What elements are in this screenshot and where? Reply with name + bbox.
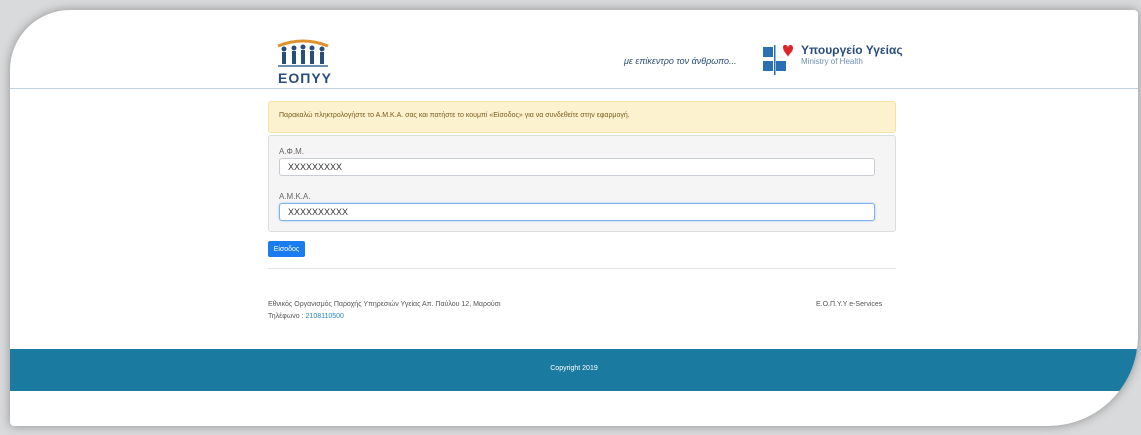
info-alert: Παρακαλώ πληκτρολογήστε το Α.Μ.Κ.Α. σας … [268,101,896,133]
amka-label: Α.Μ.Κ.Α. [279,192,311,201]
page-frame: ΕΟΠΥΥ με επίκεντρο τον άνθρωπο... Υπουργ… [10,10,1138,426]
family-icon [277,39,329,67]
organization-address: Εθνικός Οργανισμός Παροχής Υπηρεσιών Υγε… [268,301,501,308]
amka-input[interactable] [279,203,875,221]
site-footer: Copyright 2019 [10,349,1138,391]
eopyy-logo[interactable]: ΕΟΠΥΥ [272,34,334,86]
ministry-subtitle: Ministry of Health [801,57,863,66]
eservices-label: Ε.Ο.Π.Υ.Υ e-Services [816,301,883,308]
phone-link[interactable]: 2108110500 [306,313,344,320]
login-form: Α.Φ.Μ. Α.Μ.Κ.Α. [268,135,896,232]
login-button[interactable]: Είσοδος [268,241,305,257]
afm-label: Α.Φ.Μ. [279,147,305,156]
ministry-logo: Υπουργείο Υγείας Ministry of Health [761,43,903,77]
tagline: με επίκεντρο τον άνθρωπο... [624,56,737,66]
phone-line: Τηλέφωνο : 2108110500 [268,313,344,320]
phone-label: Τηλέφωνο : [268,313,304,320]
site-header: ΕΟΠΥΥ με επίκεντρο τον άνθρωπο... Υπουργ… [10,10,1138,89]
ministry-icon [763,44,793,75]
copyright-text: Copyright 2019 [550,365,598,372]
afm-input[interactable] [279,158,875,176]
divider [268,268,896,269]
ministry-title: Υπουργείο Υγείας [801,43,903,57]
alert-message: Παρακαλώ πληκτρολογήστε το Α.Μ.Κ.Α. σας … [279,112,630,119]
logo-text: ΕΟΠΥΥ [278,70,333,86]
